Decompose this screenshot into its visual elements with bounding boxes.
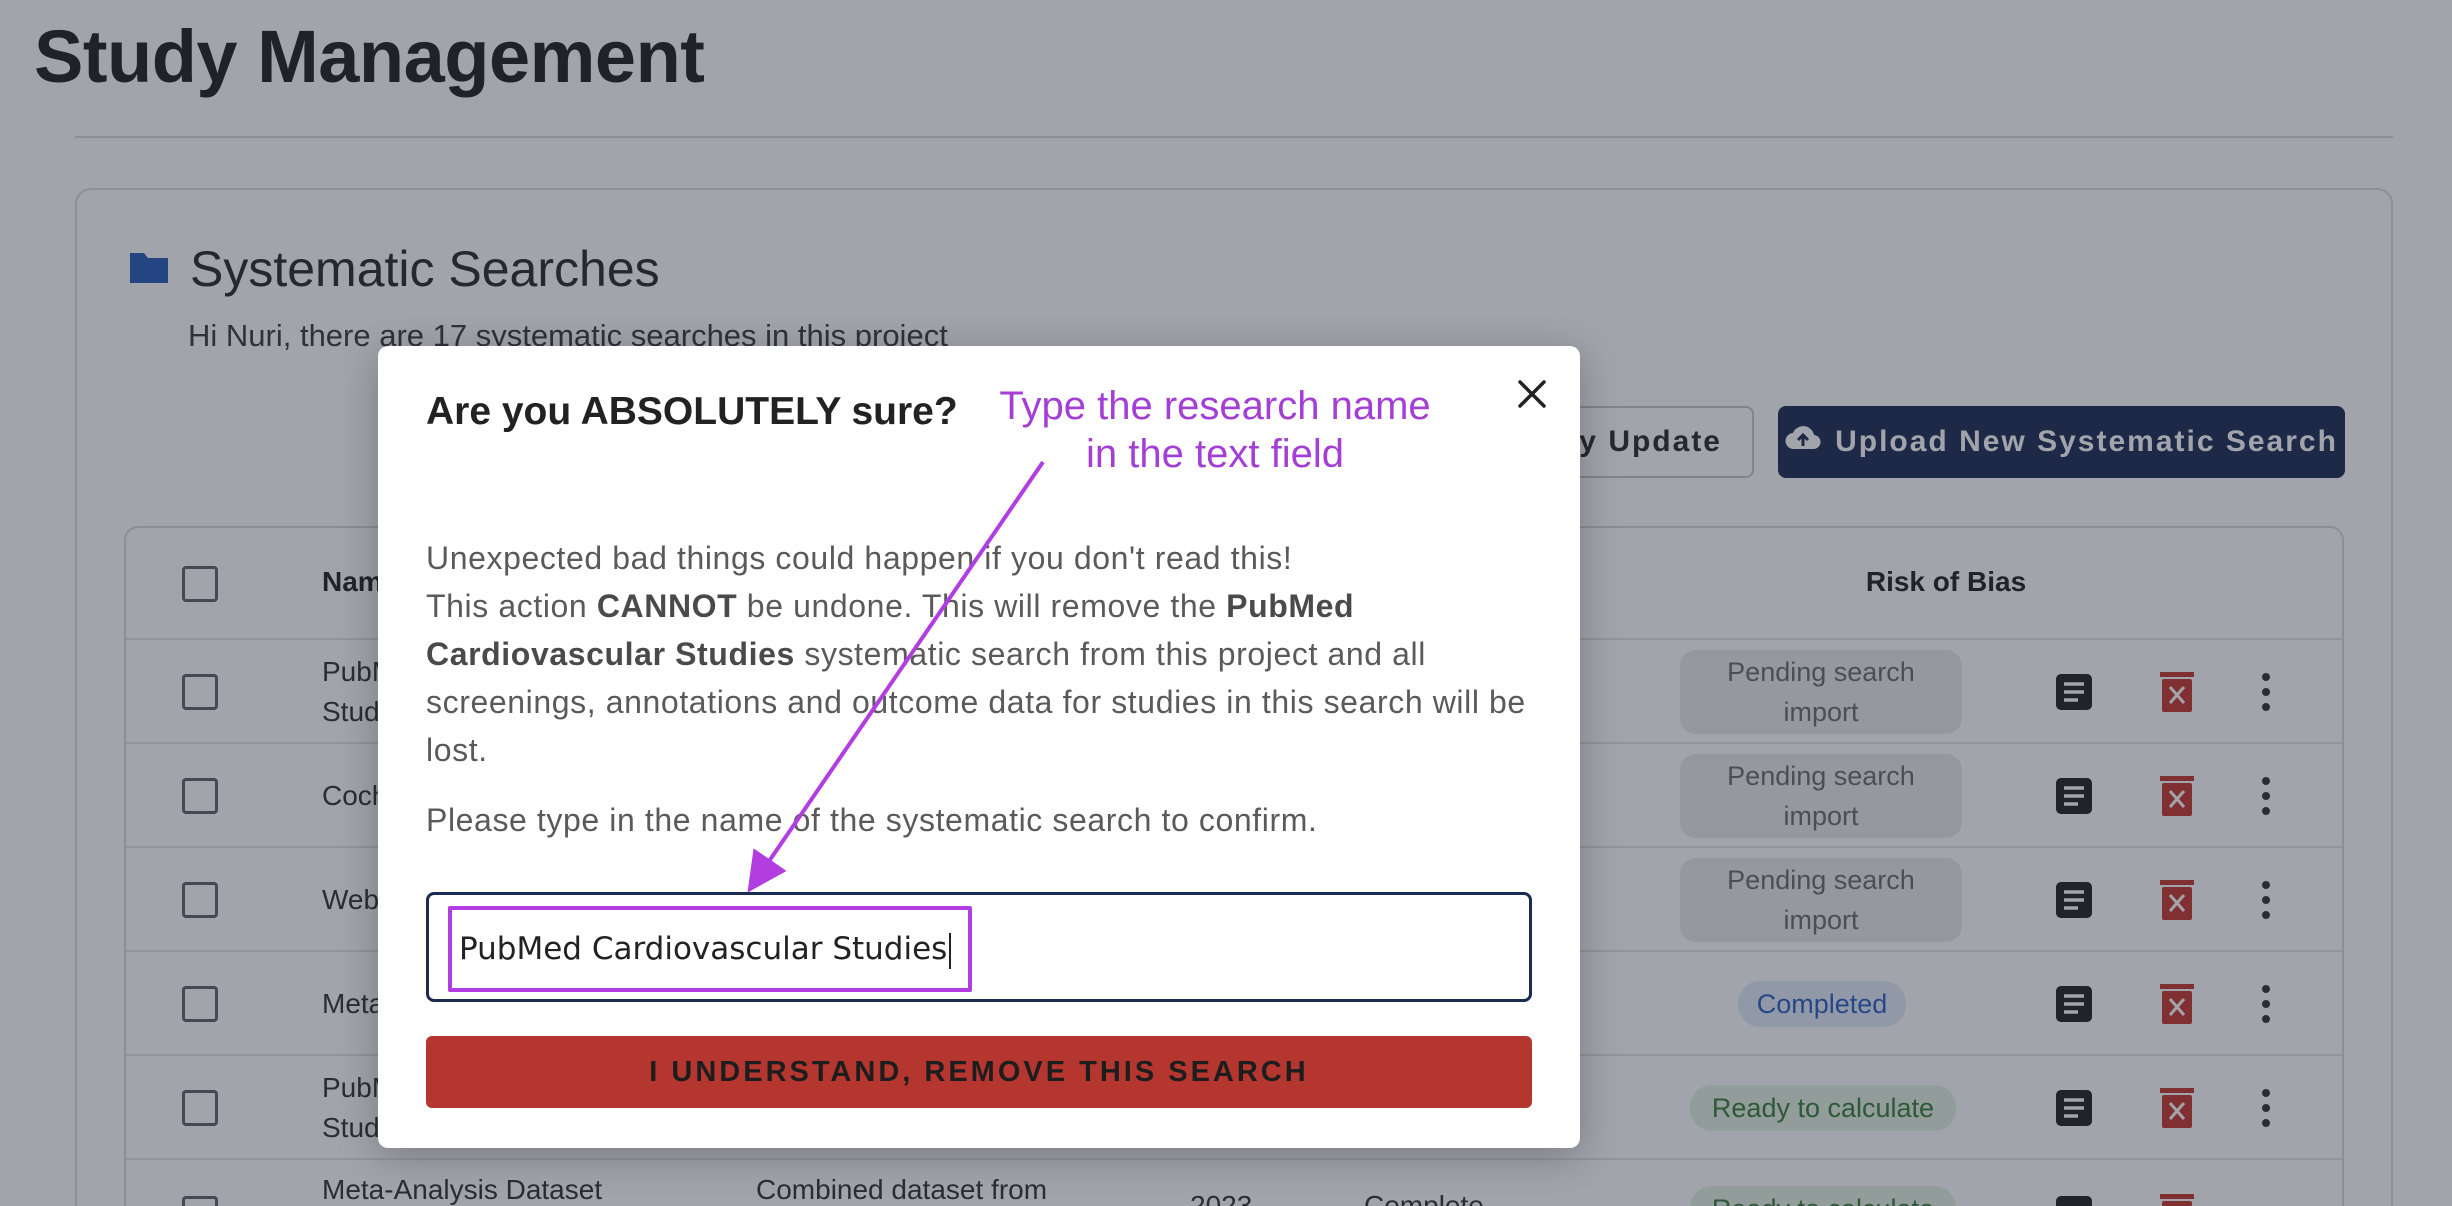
warning-text: be undone. This will remove the (737, 588, 1227, 624)
input-text: PubMed Cardiovascular Studies (459, 931, 948, 967)
confirm-prompt: Please type in the name of the systemati… (426, 802, 1318, 838)
confirm-remove-label: I UNDERSTAND, REMOVE THIS SEARCH (649, 1055, 1309, 1088)
dialog-body: Unexpected bad things could happen if yo… (426, 534, 1536, 774)
dialog-title: Are you ABSOLUTELY sure? (426, 390, 958, 433)
cannot-emphasis: CANNOT (596, 588, 738, 624)
annotation-line: Type the research name (999, 384, 1431, 428)
confirm-name-value: PubMed Cardiovascular Studies (459, 931, 952, 969)
warning-line: Unexpected bad things could happen if yo… (426, 540, 1293, 576)
annotation-line: in the text field (1086, 432, 1344, 476)
warning-text: This action (426, 588, 597, 624)
annotation-callout: Type the research name in the text field (990, 382, 1440, 478)
warning-detail: This action CANNOT be undone. This will … (426, 582, 1536, 774)
confirm-remove-button[interactable]: I UNDERSTAND, REMOVE THIS SEARCH (426, 1036, 1532, 1108)
confirm-name-input[interactable]: PubMed Cardiovascular Studies (426, 892, 1532, 1002)
text-caret (949, 932, 952, 969)
close-icon[interactable] (1512, 374, 1552, 414)
